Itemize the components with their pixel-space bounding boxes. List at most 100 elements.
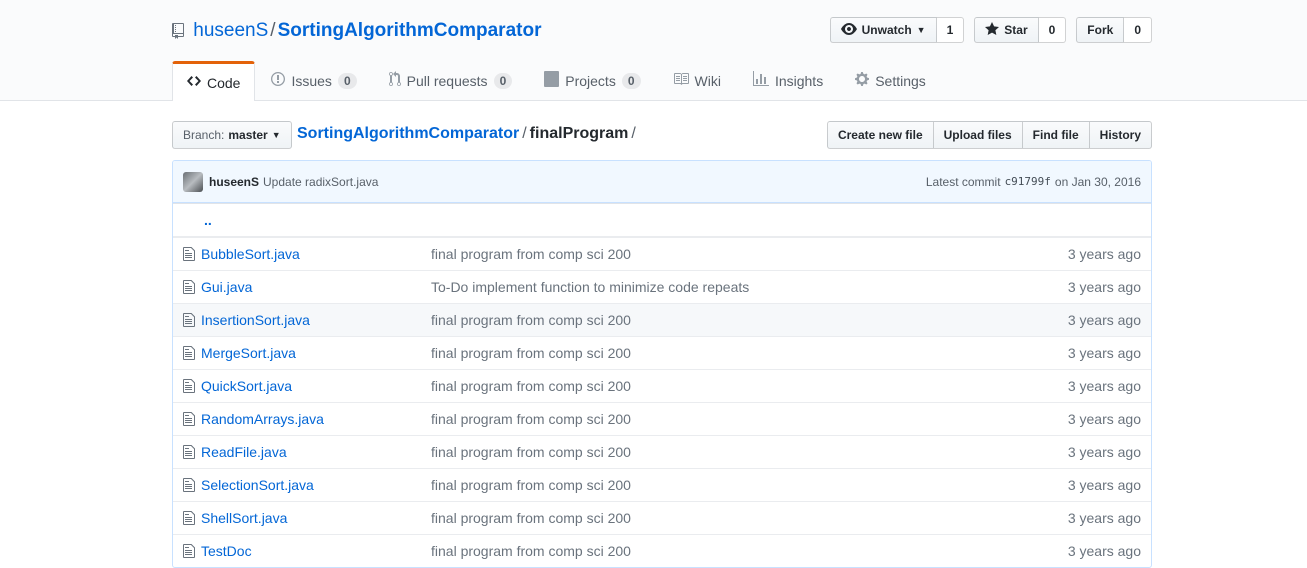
issue-icon — [271, 71, 286, 90]
history-button[interactable]: History — [1088, 121, 1152, 149]
avatar[interactable] — [183, 171, 203, 192]
file-icon — [183, 510, 199, 526]
file-commit-message-link[interactable]: final program from comp sci 200 — [431, 411, 631, 427]
commit-author-link[interactable]: huseenS — [209, 175, 259, 189]
file-age: 3 years ago — [1067, 279, 1141, 295]
file-commit-message-link[interactable]: final program from comp sci 200 — [431, 345, 631, 361]
file-age: 3 years ago — [1067, 510, 1141, 526]
latest-commit-label: Latest commit — [925, 174, 1001, 189]
caret-down-icon: ▼ — [271, 130, 281, 140]
repo-actions: Unwatch ▼ 1 Star 0 Fork 0 — [829, 17, 1152, 43]
parent-directory-link[interactable]: .. — [204, 212, 212, 228]
branch-value: master — [228, 128, 268, 142]
file-icon — [183, 312, 199, 328]
projects-count-badge: 0 — [621, 72, 641, 89]
file-row: MergeSort.java final program from comp s… — [173, 336, 1151, 369]
unwatch-button[interactable]: Unwatch ▼ — [829, 17, 937, 43]
upload-files-button[interactable]: Upload files — [932, 121, 1023, 149]
file-row: TestDoc final program from comp sci 200 … — [173, 534, 1151, 567]
file-buttons: Create new file Upload files Find file H… — [826, 121, 1152, 149]
issues-count-badge: 0 — [337, 72, 357, 89]
file-name-link[interactable]: ShellSort.java — [201, 510, 431, 526]
star-icon — [985, 21, 1000, 40]
watchers-count[interactable]: 1 — [936, 17, 965, 43]
file-row: SelectionSort.java final program from co… — [173, 468, 1151, 501]
file-icon — [183, 477, 199, 493]
file-icon — [183, 345, 199, 361]
file-commit-message-link[interactable]: To-Do implement function to minimize cod… — [431, 279, 749, 295]
commit-message-link[interactable]: Update radixSort.java — [263, 175, 378, 189]
file-name-link[interactable]: QuickSort.java — [201, 378, 431, 394]
breadcrumb-current: finalProgram — [529, 125, 629, 142]
file-icon — [183, 411, 199, 427]
tab-wiki[interactable]: Wiki — [657, 61, 737, 100]
repo-owner-link[interactable]: huseenS — [193, 20, 268, 41]
forks-count[interactable]: 0 — [1124, 17, 1152, 43]
file-age: 3 years ago — [1067, 444, 1141, 460]
file-commit-message-link[interactable]: final program from comp sci 200 — [431, 510, 631, 526]
file-row: ShellSort.java final program from comp s… — [173, 501, 1151, 534]
file-listing: huseenS Update radixSort.java Latest com… — [172, 160, 1152, 568]
file-name-link[interactable]: SelectionSort.java — [201, 477, 431, 493]
file-name-link[interactable]: MergeSort.java — [201, 345, 431, 361]
tab-projects[interactable]: Projects 0 — [528, 61, 656, 100]
file-age: 3 years ago — [1067, 246, 1141, 262]
parent-directory-row: .. — [173, 203, 1151, 237]
tab-issues[interactable]: Issues 0 — [255, 61, 372, 100]
branch-select-button[interactable]: Branch: master ▼ — [172, 121, 292, 149]
pull-request-icon — [388, 71, 401, 90]
file-commit-message-link[interactable]: final program from comp sci 200 — [431, 444, 631, 460]
file-age: 3 years ago — [1067, 543, 1141, 559]
eye-icon — [840, 21, 857, 40]
file-name-link[interactable]: Gui.java — [201, 279, 431, 295]
branch-label: Branch: — [183, 128, 225, 142]
pull-requests-count-badge: 0 — [493, 72, 513, 89]
tab-settings[interactable]: Settings — [839, 61, 942, 100]
tab-pull-requests-label: Pull requests — [406, 72, 488, 89]
latest-commit-info: Latest commit c91799f on Jan 30, 2016 — [926, 161, 1141, 202]
commit-sha-link[interactable]: c91799f — [1005, 175, 1051, 188]
tab-code[interactable]: Code — [172, 61, 256, 101]
file-commit-message-link[interactable]: final program from comp sci 200 — [431, 312, 631, 328]
file-name-link[interactable]: InsertionSort.java — [201, 312, 431, 328]
tab-wiki-label: Wiki — [694, 72, 721, 89]
file-row: QuickSort.java final program from comp s… — [173, 369, 1151, 402]
file-commit-message-link[interactable]: final program from comp sci 200 — [431, 378, 631, 394]
repo-icon — [172, 22, 184, 46]
repo-name-link[interactable]: SortingAlgorithmComparator — [278, 20, 542, 41]
file-commit-message-link[interactable]: final program from comp sci 200 — [431, 543, 631, 559]
file-row: ReadFile.java final program from comp sc… — [173, 435, 1151, 468]
file-age: 3 years ago — [1067, 411, 1141, 427]
repo-header: huseenS / SortingAlgorithmComparator Unwat… — [0, 0, 1307, 101]
file-icon — [183, 378, 199, 394]
code-icon — [187, 73, 201, 92]
file-icon — [183, 246, 199, 262]
fork-button[interactable]: Fork — [1076, 17, 1125, 43]
file-navigation: Branch: master ▼ SortingAlgorithmCompara… — [172, 121, 1152, 151]
find-file-button[interactable]: Find file — [1021, 121, 1090, 149]
star-button[interactable]: Star — [974, 17, 1039, 43]
file-commit-message-link[interactable]: final program from comp sci 200 — [431, 246, 631, 262]
file-commit-message-link[interactable]: final program from comp sci 200 — [431, 477, 631, 493]
book-icon — [673, 71, 689, 90]
tab-projects-label: Projects — [565, 72, 616, 89]
breadcrumb-separator: / — [522, 125, 527, 142]
latest-commit-bar: huseenS Update radixSort.java Latest com… — [173, 161, 1151, 203]
create-new-file-button[interactable]: Create new file — [826, 121, 934, 149]
file-row: InsertionSort.java final program from co… — [173, 303, 1151, 336]
file-icon — [183, 444, 199, 460]
file-age: 3 years ago — [1067, 345, 1141, 361]
file-name-link[interactable]: ReadFile.java — [201, 444, 431, 460]
file-name-link[interactable]: RandomArrays.java — [201, 411, 431, 427]
unwatch-label: Unwatch — [861, 23, 912, 37]
breadcrumb-root-link[interactable]: SortingAlgorithmComparator — [297, 125, 519, 142]
file-age: 3 years ago — [1067, 312, 1141, 328]
tab-pull-requests[interactable]: Pull requests 0 — [373, 61, 529, 100]
file-row: Gui.java To-Do implement function to min… — [173, 270, 1151, 303]
tab-insights[interactable]: Insights — [737, 61, 839, 100]
file-name-link[interactable]: TestDoc — [201, 543, 431, 559]
gear-icon — [855, 71, 870, 90]
repo-title: huseenS / SortingAlgorithmComparator — [172, 19, 541, 46]
file-name-link[interactable]: BubbleSort.java — [201, 246, 431, 262]
stars-count[interactable]: 0 — [1038, 17, 1067, 43]
